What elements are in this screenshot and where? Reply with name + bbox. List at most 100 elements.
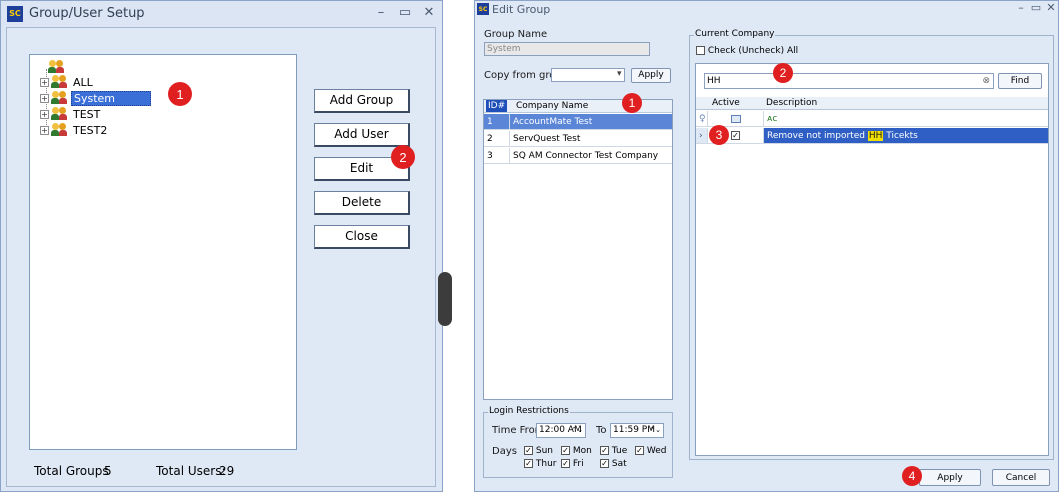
copy-apply-button[interactable]: Apply — [631, 68, 671, 83]
filter-icon: ♀ — [696, 111, 708, 126]
search-value: HH — [707, 76, 721, 86]
checkbox-icon[interactable]: ✓ — [635, 446, 644, 455]
window-title: Edit Group — [492, 2, 551, 16]
clear-icon[interactable]: ⊗ — [982, 74, 990, 89]
description-text-end: Ticekts — [883, 131, 918, 141]
chevron-down-icon[interactable]: ▾ — [617, 69, 622, 79]
day-label: Wed — [646, 446, 667, 456]
days-label: Days — [492, 446, 517, 457]
total-groups-value: 5 — [104, 464, 112, 478]
search-highlight: HH — [867, 131, 884, 141]
checkbox-icon[interactable] — [696, 46, 705, 55]
col-id-header[interactable]: ID# — [486, 100, 508, 112]
checkbox-icon[interactable]: ✓ — [524, 446, 533, 455]
check-all-option[interactable]: Check (Uncheck) All — [696, 46, 798, 56]
company-grid[interactable]: ID# Company Name 1 AccountMate Test 2 Se… — [483, 99, 673, 400]
group-name-field[interactable]: System — [484, 42, 650, 56]
app-icon: SC — [7, 5, 23, 22]
col-description-header[interactable]: Description — [766, 97, 817, 109]
close-icon[interactable]: ✕ — [1043, 1, 1059, 14]
maximize-icon[interactable]: ▭ — [1028, 1, 1044, 14]
tree-item-label: System — [71, 90, 151, 106]
filter-row[interactable]: ♀ ᴀc — [696, 111, 1048, 127]
close-icon[interactable]: ✕ — [421, 5, 437, 20]
expand-icon[interactable]: + — [40, 125, 49, 135]
spin-icon[interactable]: ⌃⌄ — [649, 424, 661, 437]
add-user-button[interactable]: Add User — [314, 123, 410, 147]
day-sun[interactable]: ✓ Sun — [524, 446, 553, 456]
col-active-header[interactable]: Active — [712, 97, 740, 109]
spin-icon[interactable]: ⌃⌄ — [571, 424, 583, 437]
grid-header: Active Description — [696, 97, 1048, 110]
edit-group-window: SC Edit Group – ▭ ✕ Group Name System Co… — [474, 0, 1059, 492]
tree-item-all[interactable]: + ALL — [40, 74, 95, 90]
tree-root[interactable] — [48, 59, 68, 75]
active-filter[interactable] — [708, 111, 764, 126]
day-mon[interactable]: ✓ Mon — [561, 446, 592, 456]
add-group-button[interactable]: Add Group — [314, 89, 410, 113]
total-users-label: Total Users: — [156, 464, 226, 478]
minimize-icon[interactable]: – — [373, 5, 389, 20]
description-text: Remove not imported — [767, 131, 868, 141]
description-grid[interactable]: HH ⊗ Find Active Description ♀ ᴀc › ✓ Re… — [695, 63, 1049, 456]
checkbox-icon[interactable]: ✓ — [561, 459, 570, 468]
total-groups-label: Total Groups — [34, 464, 109, 478]
checkbox-icon[interactable]: ✓ — [524, 459, 533, 468]
group-name-label: Group Name — [484, 29, 548, 40]
users-icon — [51, 75, 68, 89]
apply-button[interactable]: Apply — [919, 469, 981, 486]
day-tue[interactable]: ✓ Tue — [600, 446, 627, 456]
time-to-input[interactable]: 11:59 PM ⌃⌄ — [610, 423, 664, 438]
expand-icon[interactable]: + — [40, 77, 49, 87]
checkbox-icon[interactable]: ✓ — [600, 459, 609, 468]
checkbox-icon[interactable]: ✓ — [600, 446, 609, 455]
company-row[interactable]: 2 ServQuest Test — [484, 131, 672, 147]
checkbox-icon[interactable]: ✓ — [731, 131, 740, 140]
day-label: Sat — [611, 459, 627, 469]
tree-item-system[interactable]: + System — [40, 90, 151, 106]
day-sat[interactable]: ✓ Sat — [600, 459, 627, 469]
step-badge-1-right: 1 — [622, 93, 642, 113]
login-restrictions-group: Login Restrictions Time From 12:00 AM ⌃⌄… — [483, 406, 673, 478]
day-label: Sun — [535, 446, 553, 456]
company-row[interactable]: 3 SQ AM Connector Test Company — [484, 148, 672, 164]
row-pointer-icon: › — [696, 128, 708, 143]
checkbox-icon[interactable]: ✓ — [561, 446, 570, 455]
time-from-input[interactable]: 12:00 AM ⌃⌄ — [536, 423, 586, 438]
tree-item-test[interactable]: + TEST — [40, 106, 102, 122]
find-button[interactable]: Find — [998, 73, 1042, 89]
maximize-icon[interactable]: ▭ — [397, 5, 413, 20]
col-company-header[interactable]: Company Name — [516, 100, 588, 112]
step-badge-3-right: 3 — [709, 125, 729, 145]
total-users-value: 29 — [219, 464, 235, 478]
users-icon — [48, 60, 65, 74]
description-row[interactable]: › ✓ Remove not imported HH Ticekts — [696, 128, 1048, 144]
company-name: SQ AM Connector Test Company — [513, 151, 659, 161]
group-tree[interactable]: + ALL + System + TEST + TEST2 — [29, 54, 297, 450]
expand-icon[interactable]: + — [40, 93, 49, 103]
cancel-button[interactable]: Cancel — [992, 469, 1050, 486]
close-button[interactable]: Close — [314, 225, 410, 249]
description-cell: Remove not imported HH Ticekts — [764, 128, 1048, 143]
delete-button[interactable]: Delete — [314, 191, 410, 215]
minimize-icon[interactable]: – — [1013, 1, 1029, 14]
day-label: Tue — [611, 446, 628, 456]
company-id: 1 — [484, 114, 510, 129]
description-filter[interactable]: ᴀc — [764, 111, 1048, 126]
expand-icon[interactable]: + — [40, 109, 49, 119]
splitter-handle[interactable] — [438, 272, 452, 326]
tree-item-test2[interactable]: + TEST2 — [40, 122, 109, 138]
tree-item-label: ALL — [73, 75, 93, 89]
company-row[interactable]: 1 AccountMate Test — [484, 114, 672, 130]
users-icon — [51, 123, 68, 137]
company-id: 2 — [484, 131, 510, 146]
grid-header: ID# Company Name — [484, 100, 672, 113]
filter-box-icon[interactable] — [730, 114, 741, 123]
day-thur[interactable]: ✓ Thur — [524, 459, 556, 469]
search-input[interactable]: HH ⊗ — [704, 73, 994, 89]
step-badge-1: 1 — [168, 82, 192, 106]
day-wed[interactable]: ✓ Wed — [635, 446, 667, 456]
copy-from-group-select[interactable] — [551, 68, 625, 82]
app-icon: SC — [477, 3, 489, 15]
day-fri[interactable]: ✓ Fri — [561, 459, 584, 469]
